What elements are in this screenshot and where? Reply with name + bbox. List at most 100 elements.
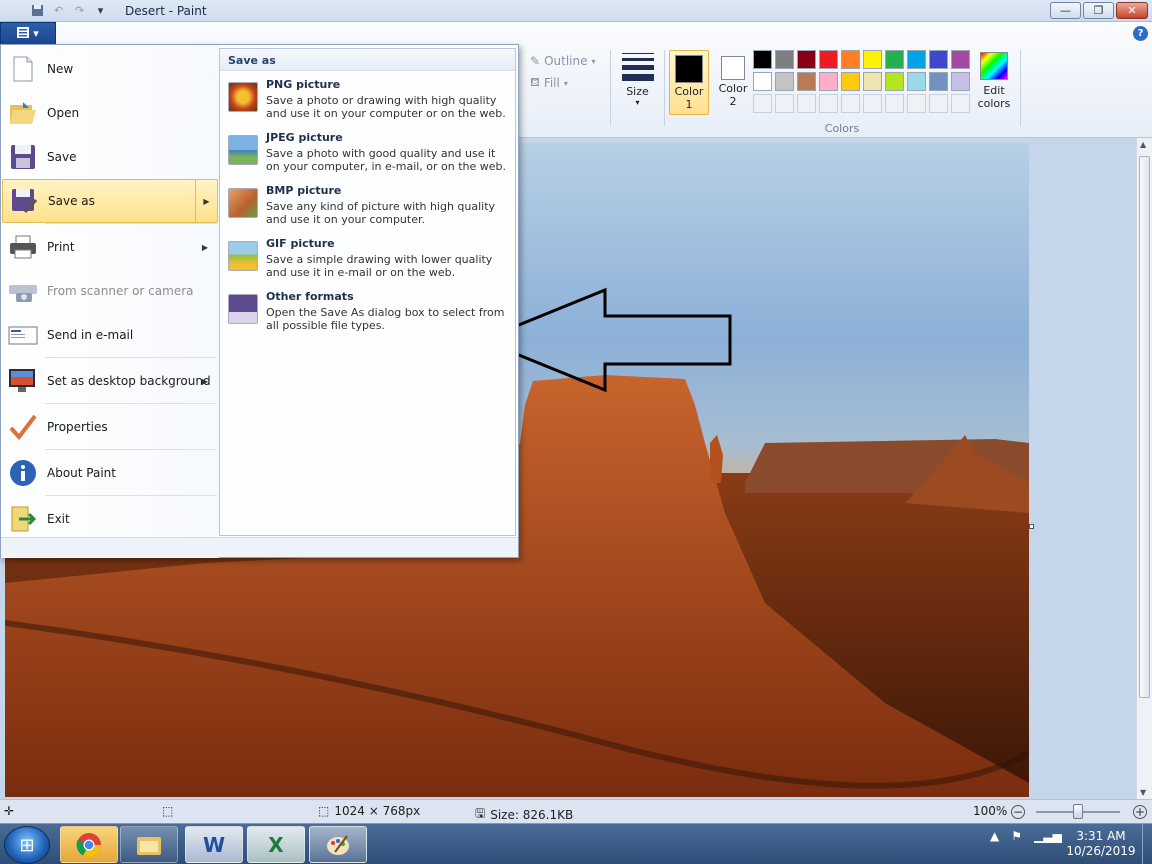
submenu-arrow-icon: ▶ bbox=[195, 180, 217, 222]
palette-swatch[interactable] bbox=[841, 72, 860, 91]
chevron-down-icon: ▾ bbox=[635, 98, 640, 107]
menu-separator bbox=[45, 403, 217, 404]
palette-swatch[interactable] bbox=[863, 72, 882, 91]
scrollbar-thumb[interactable] bbox=[1139, 156, 1150, 698]
format-name: Other formats bbox=[266, 290, 354, 303]
canvas-resize-handle[interactable] bbox=[1029, 524, 1034, 529]
save-as-gif[interactable]: GIF picture Save a simple drawing with l… bbox=[228, 237, 513, 287]
desktop-icon bbox=[8, 366, 38, 396]
palette-custom-slot[interactable] bbox=[885, 94, 904, 113]
palette-swatch[interactable] bbox=[841, 50, 860, 69]
fill-button[interactable]: ⛾ Fill ▾ bbox=[530, 72, 610, 94]
menu-item-open[interactable]: Open bbox=[2, 91, 218, 135]
color2-swatch bbox=[721, 56, 745, 80]
menu-item-new[interactable]: New bbox=[2, 47, 218, 91]
palette-swatch[interactable] bbox=[929, 50, 948, 69]
bmp-paint-icon bbox=[228, 188, 258, 218]
palette-custom-slot[interactable] bbox=[951, 94, 970, 113]
menu-item-print[interactable]: Print ▶ bbox=[2, 225, 218, 269]
palette-swatch[interactable] bbox=[797, 72, 816, 91]
color1-number: 1 bbox=[685, 98, 693, 111]
menu-item-set-desktop-background[interactable]: Set as desktop background ▶ bbox=[2, 359, 218, 403]
file-explorer-icon[interactable] bbox=[120, 826, 178, 863]
outline-label: Outline bbox=[544, 54, 588, 68]
scroll-down-icon[interactable]: ▼ bbox=[1140, 788, 1146, 797]
save-as-png[interactable]: PNG picture Save a photo or drawing with… bbox=[228, 78, 513, 128]
palette-swatch[interactable] bbox=[753, 50, 772, 69]
clock-date: 10/26/2019 bbox=[1066, 844, 1136, 858]
save-as-jpeg[interactable]: JPEG picture Save a photo with good qual… bbox=[228, 131, 513, 181]
menu-item-about-paint[interactable]: About Paint bbox=[2, 451, 218, 495]
palette-swatch[interactable] bbox=[863, 50, 882, 69]
ribbon-separator bbox=[664, 50, 665, 126]
zoom-out-button[interactable]: − bbox=[1011, 805, 1025, 819]
palette-custom-slot[interactable] bbox=[929, 94, 948, 113]
chrome-icon[interactable] bbox=[60, 826, 118, 863]
palette-swatch[interactable] bbox=[951, 50, 970, 69]
menu-item-properties[interactable]: Properties bbox=[2, 405, 218, 449]
help-icon[interactable]: ? bbox=[1133, 26, 1148, 41]
action-center-flag-icon[interactable]: ⚑ bbox=[1011, 829, 1022, 843]
palette-swatch[interactable] bbox=[753, 72, 772, 91]
network-icon[interactable]: ▁▃▅ bbox=[1034, 829, 1062, 843]
show-desktop-button[interactable] bbox=[1142, 824, 1152, 864]
save-icon[interactable] bbox=[30, 3, 45, 18]
zoom-in-button[interactable]: + bbox=[1133, 805, 1147, 819]
menu-item-save[interactable]: Save bbox=[2, 135, 218, 179]
file-size: 🖫 Size: 826.1KB bbox=[475, 804, 573, 825]
undo-icon[interactable]: ↶ bbox=[51, 3, 66, 18]
palette-swatch[interactable] bbox=[907, 50, 926, 69]
palette-custom-slot[interactable] bbox=[841, 94, 860, 113]
save-as-bmp[interactable]: BMP picture Save any kind of picture wit… bbox=[228, 184, 513, 234]
size-label: Size bbox=[626, 85, 649, 98]
windows-start-icon[interactable]: ⊞ bbox=[4, 826, 50, 864]
disk-icon: 🖫 bbox=[475, 806, 486, 820]
file-menu-button[interactable]: ▾ bbox=[0, 22, 56, 44]
vertical-scrollbar[interactable]: ▲ ▼ bbox=[1136, 138, 1152, 799]
palette-swatch[interactable] bbox=[885, 50, 904, 69]
palette-swatch[interactable] bbox=[951, 72, 970, 91]
color2-button[interactable]: Color 2 bbox=[713, 50, 753, 115]
palette-custom-slot[interactable] bbox=[797, 94, 816, 113]
palette-swatch[interactable] bbox=[819, 50, 838, 69]
zoom-slider-thumb[interactable] bbox=[1073, 804, 1083, 819]
close-button[interactable]: ✕ bbox=[1116, 2, 1148, 19]
jpeg-landscape-icon bbox=[228, 135, 258, 165]
menu-item-label: Save bbox=[47, 150, 77, 164]
color1-button[interactable]: Color 1 bbox=[669, 50, 709, 115]
palette-custom-slot[interactable] bbox=[907, 94, 926, 113]
edit-colors-label: Edit bbox=[983, 84, 1005, 97]
ribbon-separator bbox=[610, 50, 611, 126]
palette-swatch[interactable] bbox=[797, 50, 816, 69]
customize-qat-icon[interactable]: ▾ bbox=[93, 3, 108, 18]
menu-item-send-email[interactable]: Send in e-mail bbox=[2, 313, 218, 357]
ribbon-separator bbox=[1020, 50, 1021, 126]
outline-button[interactable]: ✎ Outline ▾ bbox=[530, 50, 610, 72]
restore-button[interactable]: ❐ bbox=[1083, 2, 1114, 19]
redo-icon[interactable]: ↷ bbox=[72, 3, 87, 18]
palette-custom-slot[interactable] bbox=[863, 94, 882, 113]
menu-item-exit[interactable]: Exit bbox=[2, 497, 218, 541]
clock[interactable]: 3:31 AM 10/26/2019 bbox=[1060, 829, 1142, 859]
email-icon bbox=[8, 320, 38, 350]
palette-custom-slot[interactable] bbox=[753, 94, 772, 113]
save-as-other-formats[interactable]: Other formats Open the Save As dialog bo… bbox=[228, 290, 513, 340]
color2-number: 2 bbox=[729, 95, 737, 108]
paint-icon[interactable] bbox=[309, 826, 367, 863]
palette-custom-slot[interactable] bbox=[819, 94, 838, 113]
palette-swatch[interactable] bbox=[775, 72, 794, 91]
palette-custom-slot[interactable] bbox=[775, 94, 794, 113]
minimize-button[interactable]: — bbox=[1050, 2, 1081, 19]
palette-swatch[interactable] bbox=[885, 72, 904, 91]
edit-colors-button[interactable]: Edit colors bbox=[975, 52, 1013, 110]
palette-swatch[interactable] bbox=[929, 72, 948, 91]
palette-swatch[interactable] bbox=[775, 50, 794, 69]
size-button[interactable]: Size ▾ bbox=[615, 48, 660, 118]
show-hidden-icons-icon[interactable]: ▲ bbox=[990, 829, 999, 843]
scroll-up-icon[interactable]: ▲ bbox=[1140, 140, 1146, 149]
word-icon[interactable]: W bbox=[185, 826, 243, 863]
palette-swatch[interactable] bbox=[819, 72, 838, 91]
excel-icon[interactable]: X bbox=[247, 826, 305, 863]
menu-item-save-as[interactable]: Save as ▶ bbox=[2, 179, 218, 223]
palette-swatch[interactable] bbox=[907, 72, 926, 91]
